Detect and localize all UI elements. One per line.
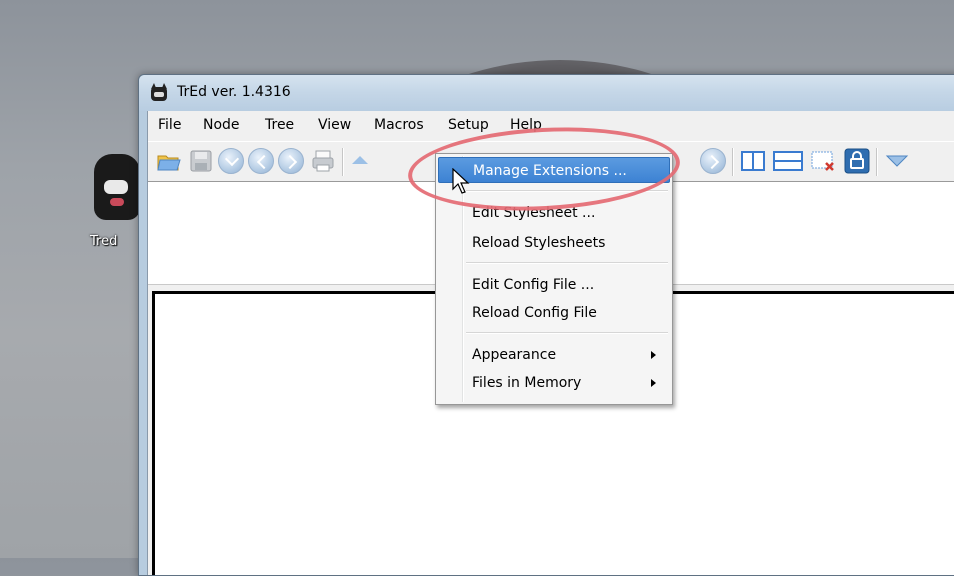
menu-item-label: Appearance [472, 347, 557, 363]
menu-item-label: Files in Memory [472, 375, 582, 391]
menu-item-appearance[interactable]: Appearance [438, 342, 670, 368]
triangle-icon[interactable] [884, 148, 910, 174]
toolbar-separator [876, 148, 878, 176]
toolbar-separator [342, 148, 344, 176]
submenu-arrow-icon [651, 379, 656, 387]
toolbar-separator [732, 148, 734, 176]
menu-tree[interactable]: Tree [265, 117, 294, 133]
menu-item-reload-config-file[interactable]: Reload Config File [438, 300, 670, 326]
menu-item-label: Reload Stylesheets [472, 235, 606, 251]
menu-item-files-in-memory[interactable]: Files in Memory [438, 370, 670, 396]
menu-item-reload-stylesheets[interactable]: Reload Stylesheets [438, 230, 670, 256]
circle-down-icon[interactable] [218, 148, 244, 174]
save-icon[interactable] [188, 148, 214, 174]
menu-view[interactable]: View [318, 117, 351, 133]
close-pane-icon[interactable] [810, 148, 836, 174]
menu-item-edit-config-file[interactable]: Edit Config File ... [438, 272, 670, 298]
menu-node[interactable]: Node [203, 117, 240, 133]
submenu-arrow-icon [651, 351, 656, 359]
menu-separator [466, 332, 668, 334]
circle-back-icon[interactable] [248, 148, 274, 174]
menu-file[interactable]: File [158, 117, 181, 133]
open-folder-icon[interactable] [156, 148, 182, 174]
window-title: TrEd ver. 1.4316 [177, 84, 291, 100]
tred-cat-icon [94, 154, 140, 220]
menu-item-label: Edit Config File ... [472, 277, 595, 293]
split-horizontal-icon[interactable] [772, 148, 804, 174]
circle-forward-icon[interactable] [278, 148, 304, 174]
circle-up-icon[interactable] [348, 148, 374, 174]
menu-setup[interactable]: Setup [448, 117, 489, 133]
circle-next-icon[interactable] [700, 148, 726, 174]
title-bar[interactable]: TrEd ver. 1.4316 [139, 75, 954, 111]
tred-desktop-icon[interactable] [86, 154, 146, 224]
mouse-cursor-icon [452, 168, 470, 194]
print-icon[interactable] [310, 148, 336, 174]
menu-macros[interactable]: Macros [374, 117, 424, 133]
tred-app-icon [151, 83, 167, 101]
menu-separator [466, 262, 668, 264]
lock-icon[interactable] [844, 148, 870, 174]
split-vertical-icon[interactable] [740, 148, 766, 174]
menu-item-label: Reload Config File [472, 305, 597, 321]
